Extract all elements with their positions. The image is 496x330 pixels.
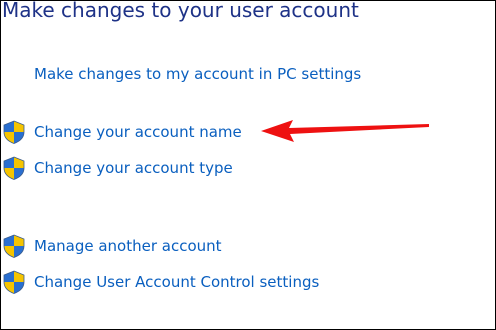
link-uac-settings[interactable]: Change User Account Control settings [34, 273, 319, 291]
link-row-uac-settings[interactable]: Change User Account Control settings [1, 269, 319, 295]
uac-shield-icon [3, 234, 25, 258]
uac-shield-icon [3, 270, 25, 294]
link-row-manage-another-account[interactable]: Manage another account [1, 233, 222, 259]
link-manage-another-account[interactable]: Manage another account [34, 237, 222, 255]
uac-shield-icon [3, 120, 25, 144]
link-row-change-account-name[interactable]: Change your account name [1, 119, 242, 145]
red-arrow-icon [261, 120, 429, 142]
control-panel-window: Make changes to your user account Make c… [0, 0, 496, 330]
link-row-change-account-type[interactable]: Change your account type [1, 155, 233, 181]
page-title: Make changes to your user account [2, 0, 359, 22]
link-pc-settings[interactable]: Make changes to my account in PC setting… [34, 65, 361, 83]
link-row-pc-settings[interactable]: Make changes to my account in PC setting… [1, 61, 361, 87]
link-change-account-type[interactable]: Change your account type [34, 159, 233, 177]
uac-shield-icon [3, 156, 25, 180]
link-change-account-name[interactable]: Change your account name [34, 123, 242, 141]
